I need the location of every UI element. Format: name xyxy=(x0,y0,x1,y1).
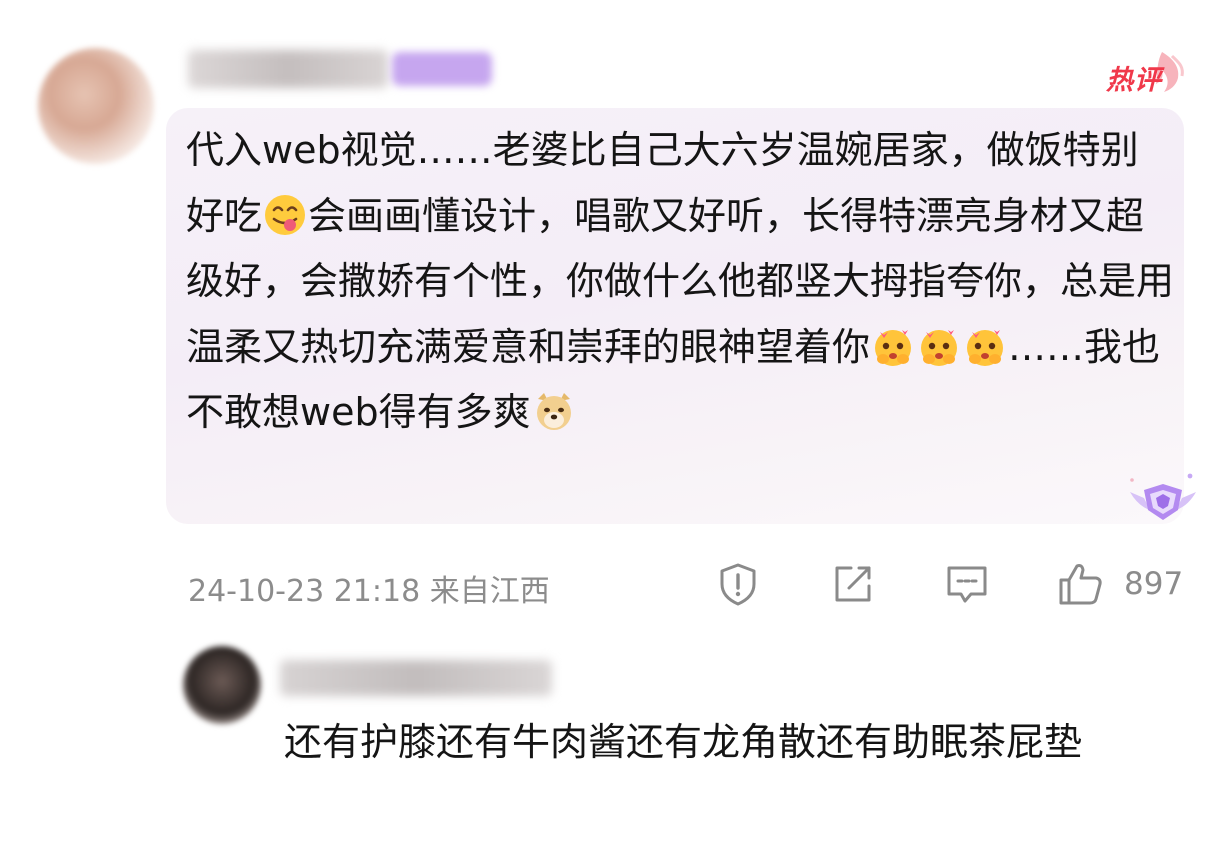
adoring-face-emoji-icon xyxy=(967,329,1004,366)
like-count: 897 xyxy=(1124,566,1184,602)
thumbs-up-icon[interactable] xyxy=(1056,560,1104,608)
replier-avatar[interactable] xyxy=(183,646,261,724)
comment-timestamp-location: 24-10-23 21:18 来自江西 xyxy=(188,574,550,609)
commenter-name-blurred[interactable] xyxy=(188,50,388,88)
hot-comment-badge: 热评 xyxy=(1100,48,1190,98)
diamond-medal-icon xyxy=(1130,473,1196,520)
commenter-avatar[interactable] xyxy=(38,48,154,164)
user-badge-blurred xyxy=(392,52,492,86)
share-icon[interactable] xyxy=(829,560,877,608)
adoring-face-emoji-icon xyxy=(875,329,912,366)
yummy-face-emoji-icon xyxy=(265,194,306,235)
reply-body: 还有护膝还有牛肉酱还有龙角散还有助眠茶屁垫 xyxy=(284,720,1083,764)
report-icon[interactable] xyxy=(714,560,762,608)
doge-emoji-icon xyxy=(536,393,571,431)
hot-comment-label: 热评 xyxy=(1106,65,1162,96)
replier-name-blurred[interactable] xyxy=(280,660,552,696)
comment-body: 代入web视觉……老婆比自己大六岁温婉居家，做饭特别好吃 会画画懂设计，唱歌又好… xyxy=(186,118,1176,446)
adoring-face-emoji-icon xyxy=(921,329,958,366)
reply-icon[interactable] xyxy=(943,560,991,608)
